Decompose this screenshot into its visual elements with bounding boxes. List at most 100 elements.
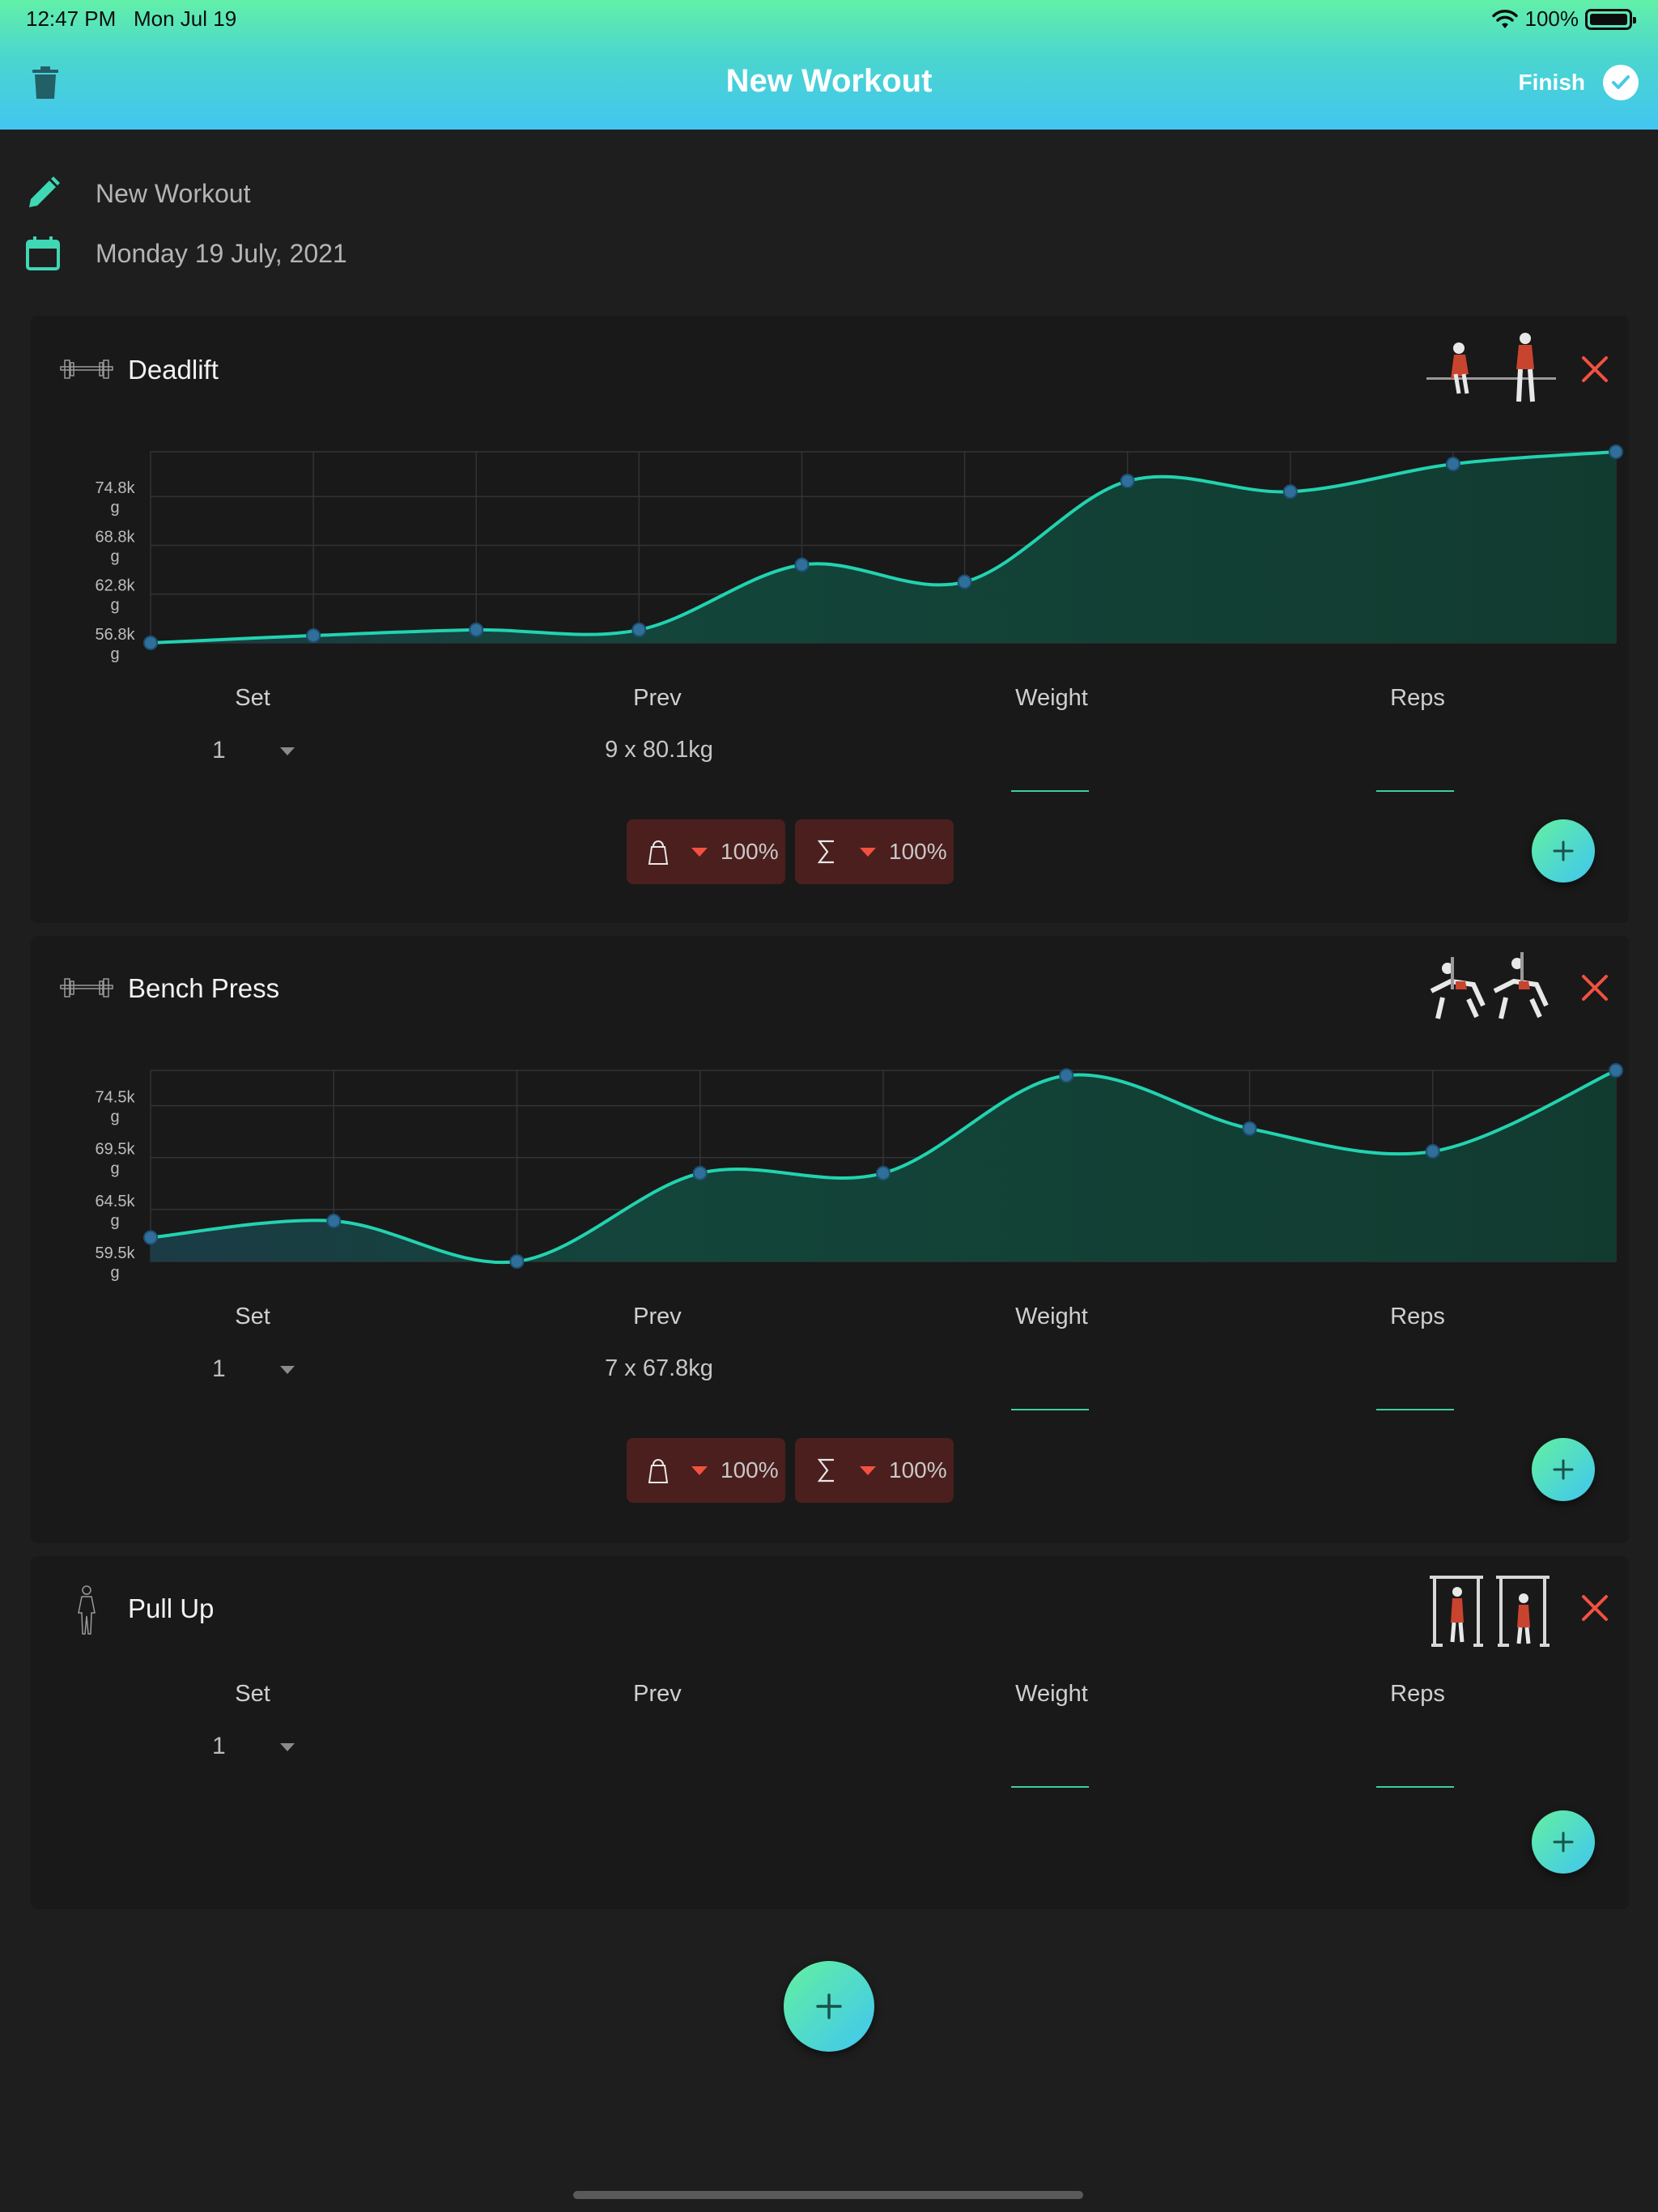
pill-value: 100% <box>889 839 947 864</box>
exercise-title[interactable]: Deadlift <box>128 355 219 385</box>
sigma-icon <box>817 840 834 864</box>
volume-percent-pill[interactable]: 100% <box>795 819 954 884</box>
data-point <box>306 627 321 643</box>
add-set-button[interactable] <box>1532 1810 1595 1874</box>
data-point <box>631 622 647 637</box>
finish-button[interactable]: Finish <box>1519 65 1639 100</box>
battery-percent: 100% <box>1524 6 1579 31</box>
weight-percent-pill[interactable]: 100% <box>627 1438 785 1503</box>
col-header-set: Set <box>235 685 270 711</box>
plus-icon <box>1553 840 1574 861</box>
pill-value: 100% <box>889 1457 947 1482</box>
y-tick-label: 69.5k g <box>96 1141 136 1178</box>
close-icon[interactable] <box>1579 1592 1611 1624</box>
add-exercise-button[interactable] <box>784 1961 874 2052</box>
exercise-card-pull-up: Pull Up Set Prev Weight Reps 1 <box>31 1556 1629 1909</box>
volume-percent-pill[interactable]: 100% <box>795 1438 954 1503</box>
y-tick-label: 74.5k g <box>96 1089 136 1126</box>
caret-down-icon <box>860 847 876 857</box>
col-header-weight: Weight <box>1015 1304 1088 1329</box>
prev-value: 7 x 67.8kg <box>605 1355 713 1381</box>
data-point <box>1609 1063 1623 1078</box>
status-date: Mon Jul 19 <box>133 6 237 31</box>
data-point <box>143 1230 158 1245</box>
sigma-icon <box>817 1458 834 1482</box>
exercise-card-bench-press: Bench Press 74.5k g 69.5k g 64.5k g 59.5k g Set… <box>31 936 1629 1543</box>
exercise-card-deadlift: Deadlift 74.8k g 68.8k g 62.8k g 56.8k g Set Pr… <box>31 316 1629 923</box>
reps-input[interactable] <box>1376 1786 1454 1788</box>
set-dropdown-caret-icon[interactable] <box>280 1743 295 1751</box>
col-header-weight: Weight <box>1015 685 1088 711</box>
workout-name[interactable]: New Workout <box>96 179 250 209</box>
y-tick-label: 68.8k g <box>96 528 136 565</box>
data-point <box>1120 474 1135 489</box>
pencil-icon <box>29 177 60 207</box>
y-tick-label: 64.5k g <box>96 1193 136 1230</box>
data-point <box>876 1165 891 1180</box>
reps-input[interactable] <box>1376 1409 1454 1410</box>
exercise-thumbnail[interactable] <box>1426 1574 1556 1648</box>
col-header-set: Set <box>235 1304 270 1329</box>
data-point <box>1059 1068 1074 1083</box>
col-header-reps: Reps <box>1390 1304 1445 1329</box>
workout-date[interactable]: Monday 19 July, 2021 <box>96 239 347 269</box>
set-number[interactable]: 1 <box>212 737 226 764</box>
data-point <box>1445 457 1460 472</box>
data-point <box>469 622 484 637</box>
home-indicator[interactable] <box>573 2191 1083 2199</box>
set-number[interactable]: 1 <box>212 1355 226 1383</box>
plus-icon <box>1553 1831 1574 1853</box>
plus-icon <box>1553 1459 1574 1480</box>
prev-value: 9 x 80.1kg <box>605 737 713 763</box>
chart-area <box>151 452 1616 643</box>
caret-down-icon <box>860 1465 876 1475</box>
pill-value: 100% <box>721 839 779 864</box>
y-tick-label: 74.8k g <box>96 479 136 517</box>
workout-name-row[interactable]: New Workout <box>24 175 250 212</box>
col-header-set: Set <box>235 1681 270 1707</box>
data-point <box>1242 1121 1257 1136</box>
set-number[interactable]: 1 <box>212 1733 226 1760</box>
progress-chart: 74.8k g 68.8k g 62.8k g 56.8k g <box>96 445 1623 663</box>
kettlebell-icon <box>648 1459 669 1483</box>
data-point <box>692 1165 708 1180</box>
close-icon[interactable] <box>1579 972 1611 1004</box>
col-header-weight: Weight <box>1015 1681 1088 1707</box>
data-point <box>326 1213 342 1228</box>
exercise-title[interactable]: Bench Press <box>128 973 279 1004</box>
progress-chart: 74.5k g 69.5k g 64.5k g 59.5k g <box>96 1063 1623 1282</box>
data-point <box>957 574 972 589</box>
weight-input[interactable] <box>1011 790 1089 792</box>
data-point <box>1282 484 1298 500</box>
calendar-icon <box>26 236 60 270</box>
set-dropdown-caret-icon[interactable] <box>280 1366 295 1374</box>
add-set-button[interactable] <box>1532 1438 1595 1501</box>
status-right: 100% <box>1491 6 1636 32</box>
col-header-reps: Reps <box>1390 1681 1445 1707</box>
data-point <box>1609 445 1623 459</box>
barbell-icon <box>60 359 113 379</box>
set-dropdown-caret-icon[interactable] <box>280 747 295 755</box>
exercise-thumbnail[interactable] <box>1426 330 1556 405</box>
weight-input[interactable] <box>1011 1786 1089 1788</box>
top-bar: 12:47 PM Mon Jul 19 100% New Workout Fin… <box>0 0 1658 130</box>
caret-down-icon <box>691 1465 708 1475</box>
close-icon[interactable] <box>1579 353 1611 385</box>
status-time: 12:47 PM <box>26 6 117 31</box>
battery-icon <box>1585 8 1636 30</box>
check-icon <box>1603 65 1639 100</box>
wifi-icon <box>1491 9 1518 28</box>
weight-input[interactable] <box>1011 1409 1089 1410</box>
exercise-thumbnail[interactable] <box>1426 949 1556 1023</box>
y-tick-label: 56.8k g <box>96 626 136 663</box>
weight-percent-pill[interactable]: 100% <box>627 819 785 884</box>
data-point <box>794 557 810 572</box>
reps-input[interactable] <box>1376 790 1454 792</box>
workout-date-row[interactable]: Monday 19 July, 2021 <box>24 235 347 272</box>
exercise-title[interactable]: Pull Up <box>128 1593 214 1624</box>
pill-value: 100% <box>721 1457 779 1482</box>
add-set-button[interactable] <box>1532 819 1595 883</box>
page-title: New Workout <box>725 63 933 99</box>
y-tick-label: 59.5k g <box>96 1244 136 1282</box>
col-header-reps: Reps <box>1390 685 1445 711</box>
